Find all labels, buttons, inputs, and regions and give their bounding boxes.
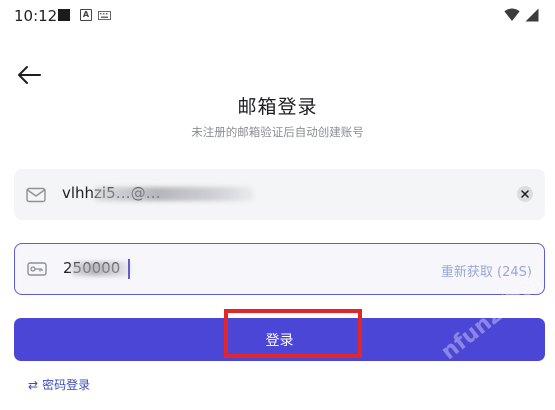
login-button-label: 登录 [265, 333, 294, 349]
cellular-icon [525, 8, 539, 22]
resend-code-button[interactable]: 重新获取 (24S) [441, 261, 532, 280]
mail-icon [26, 187, 46, 203]
keyboard-icon [98, 11, 111, 20]
text-caret [128, 259, 130, 279]
key-icon [27, 262, 47, 276]
redaction-blur [71, 262, 131, 276]
page-subtitle: 未注册的邮箱验证后自动创建账号 [191, 125, 364, 139]
back-arrow-icon[interactable] [16, 64, 42, 86]
status-time: 10:12 [14, 7, 58, 25]
password-login-link[interactable]: ⇄ 密码登录 [28, 376, 90, 393]
wifi-icon [504, 8, 520, 21]
password-login-label: 密码登录 [42, 378, 91, 392]
login-button[interactable]: 登录 [14, 318, 545, 361]
page-title: 邮箱登录 [237, 96, 318, 118]
swap-icon: ⇄ [28, 378, 39, 392]
email-field[interactable] [14, 169, 545, 220]
notification-square-icon [58, 9, 70, 21]
status-bar: 10:12 A [0, 0, 555, 32]
verification-code-field[interactable]: 重新获取 (24S) [14, 243, 545, 295]
clear-icon[interactable] [517, 186, 533, 202]
a-icon: A [80, 9, 92, 21]
redaction-blur [94, 187, 254, 201]
